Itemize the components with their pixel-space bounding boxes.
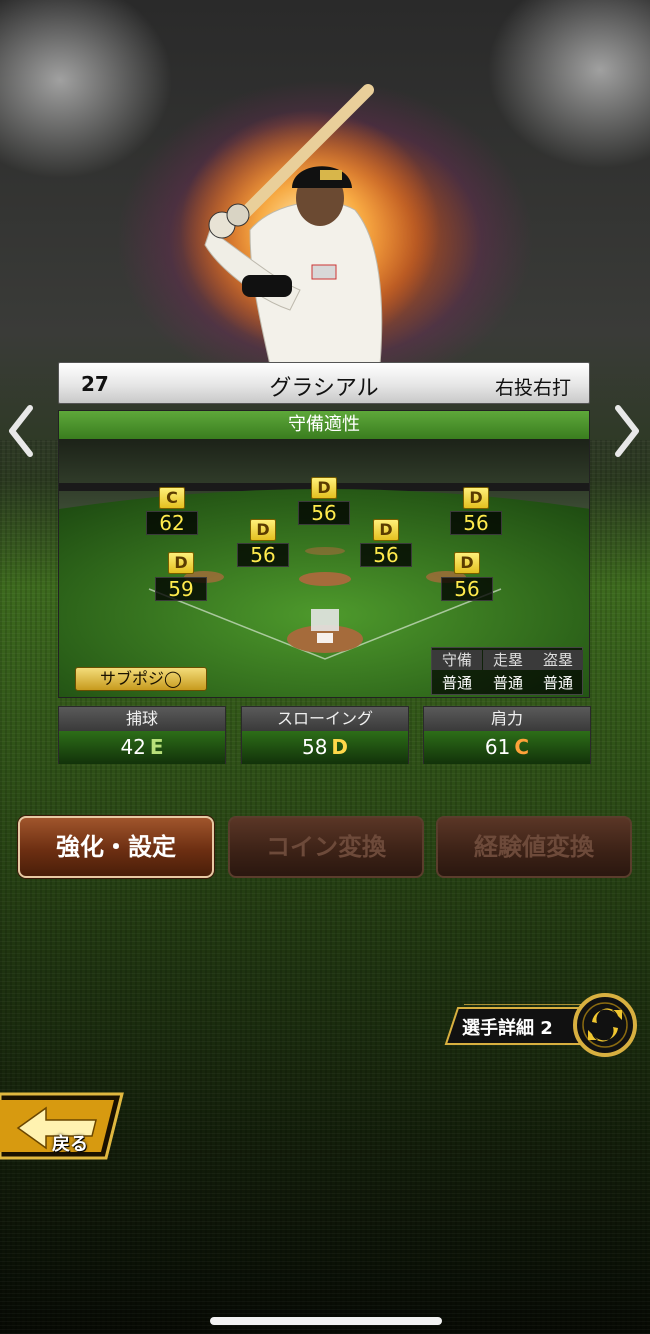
baserunning-table: 守備 走塁 盗塁 普通 普通 普通 <box>431 647 583 695</box>
stat-throwing-label: スローイング <box>242 707 408 731</box>
player-image <box>180 84 440 365</box>
position-grade-2b: D <box>373 519 399 541</box>
stat-arm: 肩力 61 C <box>423 706 591 764</box>
coin-convert-button[interactable]: コイン変換 <box>228 816 424 878</box>
position-value-rf: 56 <box>450 511 502 535</box>
exp-convert-button[interactable]: 経験値変換 <box>436 816 632 878</box>
position-grade-3b: D <box>168 552 194 574</box>
stat-catching: 捕球 42 E <box>58 706 226 764</box>
stat-catching-value: 42 <box>120 735 146 759</box>
position-value-2b: 56 <box>360 543 412 567</box>
back-label: 戻る <box>52 1134 88 1155</box>
stat-arm-value: 61 <box>484 735 511 759</box>
stat-throwing-grade: D <box>331 735 349 759</box>
running-value: 普通 <box>492 674 523 692</box>
defense-aptitude-title: 守備適性 <box>59 411 589 439</box>
back-button[interactable]: 戻る <box>0 1090 124 1162</box>
stat-arm-grade: C <box>514 735 530 759</box>
swap-arrows-icon[interactable] <box>572 992 638 1058</box>
position-grade-cf: D <box>311 477 337 499</box>
enhance-settings-button[interactable]: 強化・設定 <box>18 816 214 878</box>
player-header-bar: 27 グラシアル 右投右打 <box>58 362 590 404</box>
stat-throwing-value: 58 <box>301 735 328 759</box>
position-grade-lf: C <box>159 487 185 509</box>
position-value-cf: 56 <box>298 501 350 525</box>
stat-catching-value-row: 42 E <box>59 731 225 764</box>
position-value-lf: 62 <box>146 511 198 535</box>
position-grade-rf: D <box>463 487 489 509</box>
position-value-ss: 56 <box>237 543 289 567</box>
running-header: 走塁 <box>483 650 533 670</box>
chevron-right-icon[interactable] <box>608 402 644 460</box>
stat-catching-label: 捕球 <box>59 707 225 731</box>
chevron-left-icon[interactable] <box>4 402 40 460</box>
home-indicator[interactable] <box>210 1317 442 1325</box>
position-grade-1b: D <box>454 552 480 574</box>
position-value-1b: 56 <box>441 577 493 601</box>
position-grade-ss: D <box>250 519 276 541</box>
stat-catching-grade: E <box>149 735 164 759</box>
defense-header: 守備 <box>432 650 482 670</box>
stat-throwing-value-row: 58 D <box>242 731 408 764</box>
steal-value: 普通 <box>542 674 573 692</box>
player-handedness: 右投右打 <box>494 377 571 399</box>
position-value-3b: 59 <box>155 577 207 601</box>
defense-aptitude-panel: 守備適性 C 62 D 56 D 56 D 56 D 56 D 59 D 56 … <box>58 410 590 698</box>
steal-header: 盗塁 <box>533 650 583 670</box>
player-detail-2-label: 選手詳細 2 <box>462 1018 553 1039</box>
stat-arm-value-row: 61 C <box>424 731 590 764</box>
defense-value: 普通 <box>441 674 472 692</box>
stat-arm-label: 肩力 <box>424 707 590 731</box>
sub-position-badge: サブポジ◯ <box>75 667 207 691</box>
stat-throwing: スローイング 58 D <box>241 706 409 764</box>
